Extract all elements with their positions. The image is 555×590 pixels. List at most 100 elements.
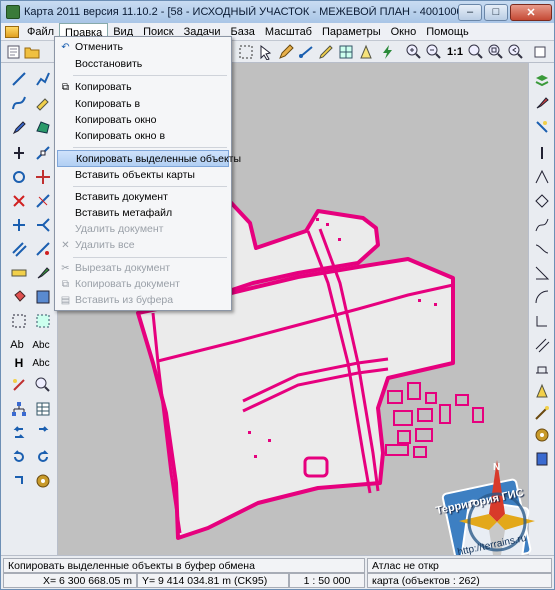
draw-edit-icon[interactable] (33, 93, 53, 113)
zoom-previous-icon[interactable] (507, 43, 525, 61)
bridge-tool-icon[interactable] (532, 359, 552, 379)
select-area-icon[interactable] (237, 43, 255, 61)
survey-mark-5 (434, 303, 437, 306)
close-button[interactable]: ✕ (510, 3, 552, 21)
dotted-area-icon[interactable] (9, 311, 29, 331)
text-tool-icon[interactable]: Ab (7, 335, 27, 355)
redo-move-icon[interactable] (33, 423, 53, 443)
measure-icon[interactable] (297, 43, 315, 61)
paint-bucket-icon[interactable] (9, 287, 29, 307)
parallel-line-icon[interactable] (9, 239, 29, 259)
status-map-info: карта (объектов : 262) (367, 573, 552, 588)
info-line-icon[interactable] (532, 143, 552, 163)
corner-tool-icon[interactable] (532, 311, 552, 331)
menu-item-paste-metafile[interactable]: Вставить метафайл (57, 205, 229, 222)
menu-separator (73, 147, 227, 148)
hyperlink-icon[interactable]: H (9, 353, 29, 373)
menu-item-redo[interactable]: Восстановить (57, 56, 229, 73)
menu-item-copy-window-to[interactable]: Копировать окно в (57, 128, 229, 145)
undo-move-icon[interactable] (9, 423, 29, 443)
hierarchy-icon[interactable] (9, 399, 29, 419)
menu-item-cut-document: ✂ Вырезать документ (61, 262, 171, 274)
move-object-icon[interactable] (33, 167, 53, 187)
undo-icon: ↶ (61, 42, 70, 53)
rotate-object-icon[interactable] (9, 167, 29, 187)
object-properties-icon[interactable] (532, 117, 552, 137)
survey-mark-7 (254, 455, 257, 458)
menu-parameters[interactable]: Параметры (317, 23, 386, 41)
menu-item-copy-selected-objects[interactable]: Копировать выделенные объекты (57, 150, 241, 167)
status-scale: 1 : 50 000 (289, 573, 365, 588)
grid-select-icon[interactable] (337, 43, 355, 61)
zoom-fit-icon[interactable] (467, 43, 485, 61)
sign-icon[interactable] (357, 43, 375, 61)
menu-scale[interactable]: Масштаб (260, 23, 317, 41)
lightning-icon[interactable] (379, 43, 397, 61)
curve-edit-icon[interactable] (532, 215, 552, 235)
open-folder-icon[interactable] (23, 43, 41, 61)
zoom-window-icon[interactable] (487, 43, 505, 61)
menu-help[interactable]: Помощь (421, 23, 474, 41)
arc-tool-icon[interactable] (532, 287, 552, 307)
node-edit-icon[interactable] (532, 191, 552, 211)
copy-object-icon[interactable] (9, 471, 29, 491)
cut-line-icon[interactable] (33, 191, 53, 211)
add-node-icon[interactable] (9, 215, 29, 235)
minimize-button[interactable]: – (458, 3, 482, 21)
new-map-icon[interactable] (5, 43, 23, 61)
status-hint: Копировать выделенные объекты в буфер об… (3, 558, 365, 573)
zoom-in-icon[interactable] (405, 43, 423, 61)
scissors-icon: ✂ (61, 263, 70, 274)
pen-tool-icon[interactable] (9, 117, 29, 137)
layer-list-icon[interactable] (532, 71, 552, 91)
table-icon[interactable] (33, 399, 53, 419)
compass-gear-icon[interactable] (532, 425, 552, 445)
menu-window[interactable]: Окно (386, 23, 422, 41)
toolbar-more-icon[interactable] (531, 43, 549, 61)
menu-item-paste-from-buffer: ▤ Вставить из буфера (60, 294, 174, 306)
area-tool-icon[interactable] (33, 117, 53, 137)
zoom-one-to-one-button[interactable]: 1:1 (445, 43, 465, 61)
text-format-icon[interactable]: Abc (31, 335, 51, 355)
brush-tool-icon[interactable] (33, 263, 53, 283)
spline-icon[interactable] (532, 239, 552, 259)
zoom-out-icon[interactable] (425, 43, 443, 61)
paint-brush-icon[interactable] (532, 93, 552, 113)
wand-icon[interactable] (532, 403, 552, 423)
fill-area-icon[interactable] (33, 287, 53, 307)
menu-item-paste-document[interactable]: Вставить документ (57, 189, 229, 206)
maximize-button[interactable]: □ (484, 3, 508, 21)
document-system-icon[interactable] (5, 25, 19, 38)
menu-item-copy[interactable]: ⧉ Копировать (57, 79, 229, 96)
draw-polyline-icon[interactable] (33, 69, 53, 89)
edit-object-icon[interactable] (277, 43, 295, 61)
select-lasso-icon[interactable] (9, 375, 29, 395)
delete-object-icon[interactable] (9, 191, 29, 211)
cone-tool-icon[interactable] (532, 381, 552, 401)
menu-item-paste-map-objects[interactable]: Вставить объекты карты (57, 167, 229, 184)
menu-item-undo[interactable]: ↶ Отменить (57, 39, 229, 56)
rotate-left-icon[interactable] (9, 447, 29, 467)
rotate-right-icon[interactable] (33, 447, 53, 467)
text-edit-icon[interactable]: Abc (31, 353, 51, 373)
select-pointer-icon[interactable] (257, 43, 275, 61)
offset-tool-icon[interactable] (532, 335, 552, 355)
window-title: Карта 2011 версия 11.10.2 - [58 - ИСХОДН… (24, 6, 458, 18)
split-line-icon[interactable] (9, 143, 29, 163)
building-block-7 (397, 430, 411, 444)
menu-item-copy-to[interactable]: Копировать в (57, 96, 229, 113)
pencil-line-icon[interactable] (317, 43, 335, 61)
menu-item-copy-window[interactable]: Копировать окно (57, 112, 229, 129)
title-bar[interactable]: Карта 2011 версия 11.10.2 - [58 - ИСХОДН… (1, 1, 554, 23)
offset-line-icon[interactable] (33, 239, 53, 259)
tree-view-icon[interactable] (532, 167, 552, 187)
zoom-object-icon[interactable] (33, 375, 53, 395)
fork-line-icon[interactable] (33, 215, 53, 235)
draw-curve-icon[interactable] (9, 93, 29, 113)
hatched-area-icon[interactable] (33, 311, 53, 331)
settings-gear-icon[interactable] (33, 471, 53, 491)
ruler-icon[interactable] (9, 263, 29, 283)
snap-node-icon[interactable] (33, 143, 53, 163)
draw-line-icon[interactable] (9, 69, 29, 89)
angle-line-icon[interactable] (532, 263, 552, 283)
